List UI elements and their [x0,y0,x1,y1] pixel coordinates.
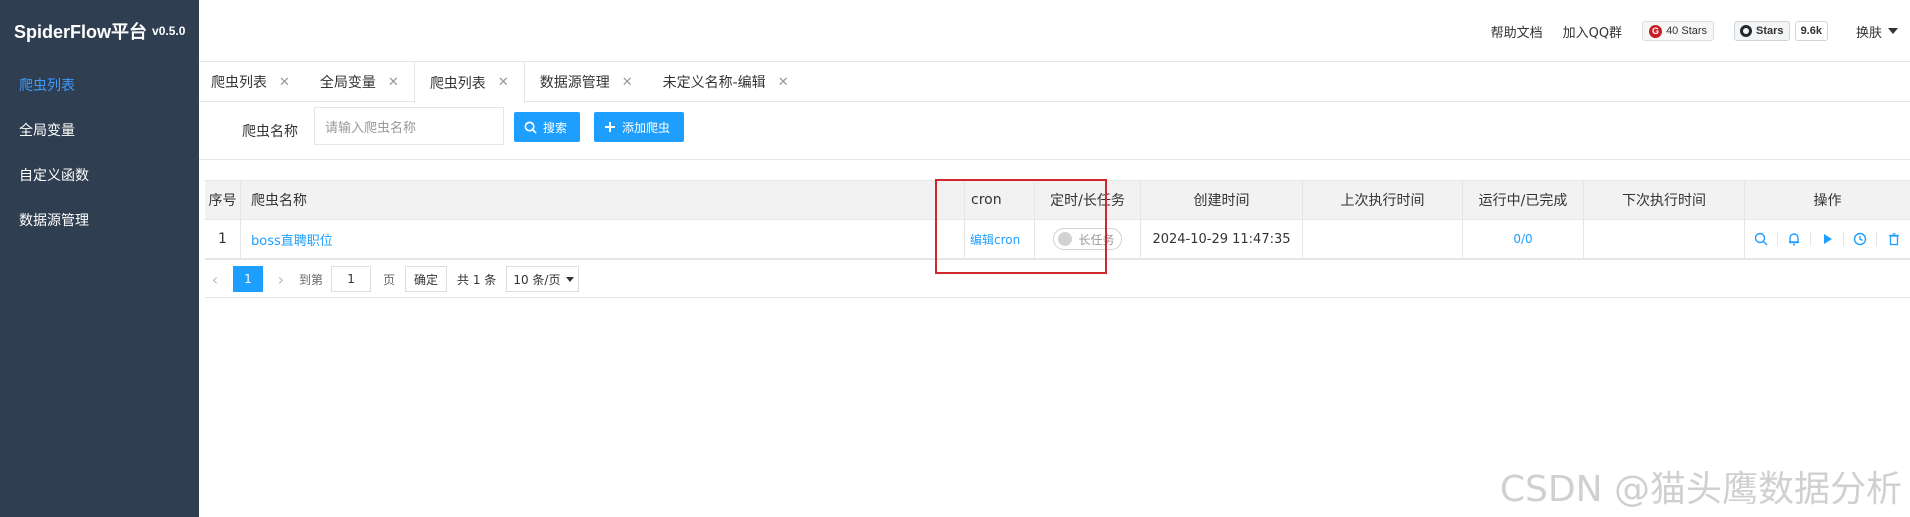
goto-label: 到第 [299,272,324,287]
col-header-running: 运行中/已完成 [1463,181,1584,219]
add-spider-label: 添加爬虫 [622,120,671,135]
col-header-last-run: 上次执行时间 [1303,181,1463,219]
page-size-select[interactable]: 10 条/页 [506,266,580,292]
sidebar-item-spider-list[interactable]: 爬虫列表 [0,62,199,107]
plus-icon [605,122,615,132]
gitee-icon: G [1649,24,1663,38]
github-icon [1740,25,1753,37]
col-header-name: 爬虫名称 [241,181,965,219]
close-icon[interactable]: ✕ [778,75,789,90]
col-header-created: 创建时间 [1141,181,1303,219]
page-unit-label: 页 [383,272,396,287]
skin-dropdown[interactable]: 换肤 [1856,22,1898,41]
sidebar: SpiderFlow平台 v0.5.0 爬虫列表 全局变量 自定义函数 数据源管… [0,0,199,517]
gitee-stars-text: 40 Stars [1666,25,1708,37]
trash-icon[interactable] [1877,232,1910,246]
app-title: SpiderFlow平台 [14,22,148,42]
tab-spider-list[interactable]: 爬虫列表 ✕ [199,62,305,102]
created-time: 2024-10-29 11:47:35 [1141,220,1303,258]
close-icon[interactable]: ✕ [622,75,633,90]
col-header-actions: 操作 [1813,193,1842,209]
divider [205,297,1910,298]
github-stars-badge[interactable]: Stars 9.6k [1734,21,1828,41]
tab-label: 爬虫列表 [211,75,267,91]
sidebar-item-custom-functions[interactable]: 自定义函数 [0,152,199,197]
close-icon[interactable]: ✕ [388,75,399,90]
search-icon[interactable] [1745,232,1779,246]
watermark: CSDN @猫头鹰数据分析 [1499,469,1902,510]
spider-name-input[interactable]: 请输入爬虫名称 [314,107,504,145]
bell-icon[interactable] [1778,232,1812,246]
sidebar-item-global-vars[interactable]: 全局变量 [0,107,199,152]
tab-spider-list-active[interactable]: 爬虫列表 ✕ [413,62,525,103]
close-icon[interactable]: ✕ [279,75,290,90]
tab-datasource[interactable]: 数据源管理 ✕ [525,62,648,102]
skin-label: 换肤 [1855,25,1882,41]
running-count-link[interactable]: 0/0 [1513,232,1532,246]
row-actions [1745,220,1910,258]
tab-bar: 爬虫列表 ✕ 全局变量 ✕ 爬虫列表 ✕ 数据源管理 ✕ 未定义名称-编辑 ✕ [199,62,1910,103]
join-qq-link[interactable]: 加入QQ群 [1563,22,1622,41]
current-page[interactable]: 1 [233,266,263,292]
sidebar-item-label: 爬虫列表 [19,77,75,94]
pagination: ‹ 1 › 到第 1 页 确定 共 1 条 10 条/页 [205,262,580,296]
github-stars-label: Stars [1756,25,1784,37]
play-icon[interactable] [1811,232,1845,246]
col-header-index: 序号 [205,181,241,219]
tab-label: 数据源管理 [539,75,610,91]
github-stars-button[interactable]: Stars [1734,21,1790,41]
chevron-down-icon [566,276,575,282]
col-header-next-run: 下次执行时间 [1584,181,1745,219]
add-spider-button[interactable]: 添加爬虫 [594,112,684,142]
sidebar-item-label: 数据源管理 [19,212,89,229]
sidebar-item-datasource[interactable]: 数据源管理 [0,197,199,242]
app-logo[interactable]: SpiderFlow平台 v0.5.0 [0,0,199,62]
top-header: 帮助文档 加入QQ群 G 40 Stars Stars 9.6k 换肤 [199,0,1910,62]
tab-label: 未定义名称-编辑 [662,75,766,91]
tab-label: 全局变量 [319,75,376,91]
spider-name-link[interactable]: boss直聘职位 [251,230,333,249]
app-version: v0.5.0 [152,24,186,38]
search-icon [524,121,537,134]
spider-name-label: 爬虫名称 [242,124,298,140]
caret-down-icon [1888,28,1898,34]
clock-icon[interactable] [1844,232,1878,246]
prev-page-icon[interactable]: ‹ [205,270,225,289]
search-button-label: 搜索 [543,120,568,135]
tab-label: 爬虫列表 [429,75,486,92]
confirm-page-button[interactable]: 确定 [405,266,448,292]
tab-global-vars[interactable]: 全局变量 ✕ [305,62,414,102]
total-count: 共 1 条 [457,272,497,287]
last-run-time [1303,220,1463,258]
next-run-time [1584,220,1745,258]
close-icon[interactable]: ✕ [498,75,509,90]
gitee-stars-badge[interactable]: G 40 Stars [1642,21,1715,41]
github-stars-count[interactable]: 9.6k [1794,21,1828,41]
page-size-value: 10 条/页 [513,272,561,287]
sidebar-item-label: 全局变量 [19,122,75,139]
goto-page-input[interactable]: 1 [331,266,372,292]
search-button[interactable]: 搜索 [514,112,580,142]
search-bar: 爬虫名称 请输入爬虫名称 搜索 添加爬虫 [199,102,1910,160]
tab-untitled-edit[interactable]: 未定义名称-编辑 ✕ [648,62,804,102]
sidebar-item-label: 自定义函数 [19,167,89,184]
next-page-icon[interactable]: › [271,270,291,289]
highlight-box [935,179,1107,274]
help-docs-link[interactable]: 帮助文档 [1491,22,1543,41]
row-index: 1 [205,220,241,258]
